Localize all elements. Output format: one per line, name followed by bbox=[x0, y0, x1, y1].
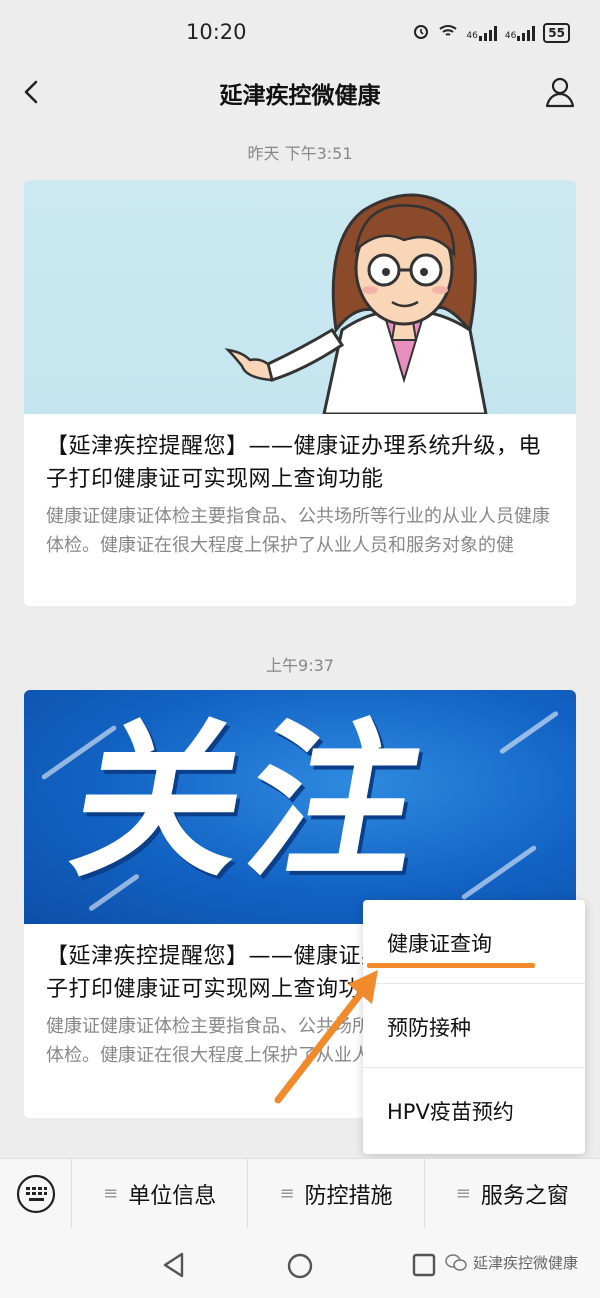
menu-lines-icon: ≡ bbox=[279, 1183, 295, 1204]
menu-label: 服务之窗 bbox=[480, 1183, 569, 1209]
keyboard-toggle-button[interactable] bbox=[0, 1158, 72, 1229]
custom-menu-bar: ≡ 单位信息 ≡ 防控措施 ≡ 服务之窗 bbox=[0, 1158, 600, 1229]
alarm-icon bbox=[412, 22, 430, 44]
menu-service-window[interactable]: ≡ 服务之窗 bbox=[425, 1159, 600, 1229]
highlight-underline bbox=[367, 963, 535, 968]
battery-indicator: 55 bbox=[543, 23, 570, 43]
wechat-icon bbox=[445, 1253, 467, 1271]
article-title: 【延津疾控提醒您】——健康证办理系统升级，电子打印健康证可实现网上查询功能 bbox=[46, 434, 542, 492]
nav-back-icon[interactable] bbox=[162, 1252, 186, 1278]
menu-lines-icon: ≡ bbox=[103, 1183, 119, 1204]
submenu-popup: 健康证查询 预防接种 HPV疫苗预约 bbox=[363, 900, 585, 1154]
menu-lines-icon: ≡ bbox=[455, 1183, 471, 1204]
profile-button[interactable] bbox=[542, 74, 578, 110]
submenu-item-health-cert-query[interactable]: 健康证查询 bbox=[363, 900, 585, 984]
watermark-text: 延津疾控微健康 bbox=[472, 1254, 578, 1272]
wifi-icon bbox=[438, 23, 458, 43]
status-time: 10:20 bbox=[186, 20, 247, 44]
system-nav-bar: 延津疾控微健康 bbox=[0, 1228, 600, 1298]
watermark: 延津疾控微健康 bbox=[445, 1252, 578, 1273]
signal-2-icon: 46 bbox=[505, 25, 536, 41]
submenu-item-vaccination[interactable]: 预防接种 bbox=[363, 984, 585, 1068]
message-timestamp: 昨天 下午3:51 bbox=[247, 144, 353, 163]
menu-label: 单位信息 bbox=[128, 1183, 217, 1209]
article-card[interactable]: 【延津疾控提醒您】——健康证办理系统升级，电子打印健康证可实现网上查询功能 健康… bbox=[24, 180, 576, 606]
menu-label: 防控措施 bbox=[304, 1183, 393, 1209]
nav-bar: 延津疾控微健康 bbox=[0, 62, 600, 122]
menu-unit-info[interactable]: ≡ 单位信息 bbox=[72, 1158, 249, 1229]
nav-recents-icon[interactable] bbox=[412, 1253, 436, 1277]
article-summary: 健康证健康证体检主要指食品、公共场所等行业的从业人员健康体检。健康证在很大程度上… bbox=[46, 506, 550, 556]
doctor-illustration bbox=[224, 193, 488, 414]
nav-home-icon[interactable] bbox=[286, 1252, 314, 1280]
keyboard-icon bbox=[16, 1174, 55, 1213]
signal-1-icon: 46 bbox=[466, 25, 497, 41]
annotation-arrow-icon bbox=[274, 970, 378, 1104]
article-cover-image bbox=[24, 180, 576, 414]
page-title: 延津疾控微健康 bbox=[219, 83, 381, 109]
status-icons: 46 46 55 bbox=[412, 22, 570, 44]
person-icon bbox=[545, 77, 575, 108]
submenu-item-hpv-booking[interactable]: HPV疫苗预约 bbox=[363, 1068, 585, 1152]
menu-prevention-measures[interactable]: ≡ 防控措施 bbox=[248, 1158, 425, 1229]
status-bar: 10:20 46 46 55 bbox=[0, 0, 600, 62]
message-timestamp: 上午9:37 bbox=[266, 656, 334, 675]
article-cover-image: 关注 bbox=[24, 690, 576, 924]
banner-text: 关注 bbox=[58, 704, 442, 900]
